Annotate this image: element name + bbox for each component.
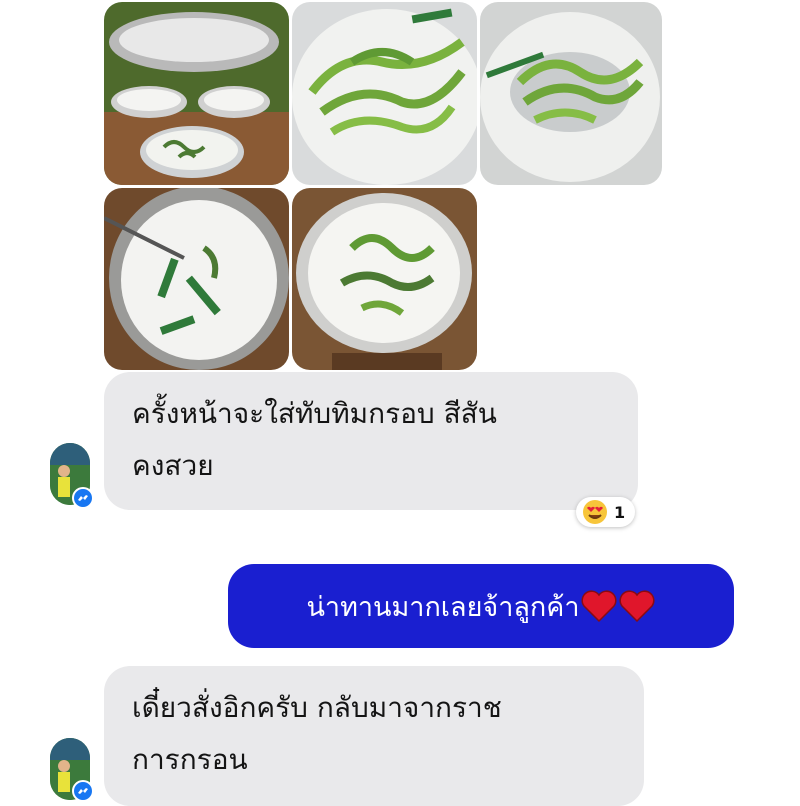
incoming-message-2[interactable]: เดี๋ยวสั่งอิกครับ กลับมาจากราช การกรอน <box>104 666 644 806</box>
photo-noodles-spoon[interactable] <box>480 2 662 185</box>
photo-dessert-cup[interactable] <box>292 188 477 370</box>
reaction-count: 1 <box>614 502 626 522</box>
outgoing-message-text: น่าทานมากเลยจ้าลูกค้า <box>306 591 580 623</box>
reaction-badge[interactable]: 1 <box>576 497 636 527</box>
message-line: เดี๋ยวสั่งอิกครับ กลับมาจากราช <box>132 691 502 724</box>
messenger-icon <box>72 780 94 802</box>
photo-noodles-closeup[interactable] <box>292 2 477 185</box>
messenger-icon <box>72 487 94 509</box>
heart-eyes-icon <box>583 500 607 524</box>
message-line: ครั้งหน้าจะใส่ทับทิมกรอบ สีสัน <box>132 397 497 430</box>
red-heart-icon <box>581 590 617 623</box>
red-heart-icon <box>619 590 655 623</box>
incoming-message-1[interactable]: ครั้งหน้าจะใส่ทับทิมกรอบ สีสัน คงสวย <box>104 372 638 510</box>
photo-dessert-bowls[interactable] <box>104 2 289 185</box>
message-line: คงสวย <box>132 449 214 482</box>
outgoing-message[interactable]: น่าทานมากเลยจ้าลูกค้า <box>228 564 734 648</box>
photo-coconut-pot[interactable] <box>104 188 289 370</box>
message-line: การกรอน <box>132 743 248 776</box>
